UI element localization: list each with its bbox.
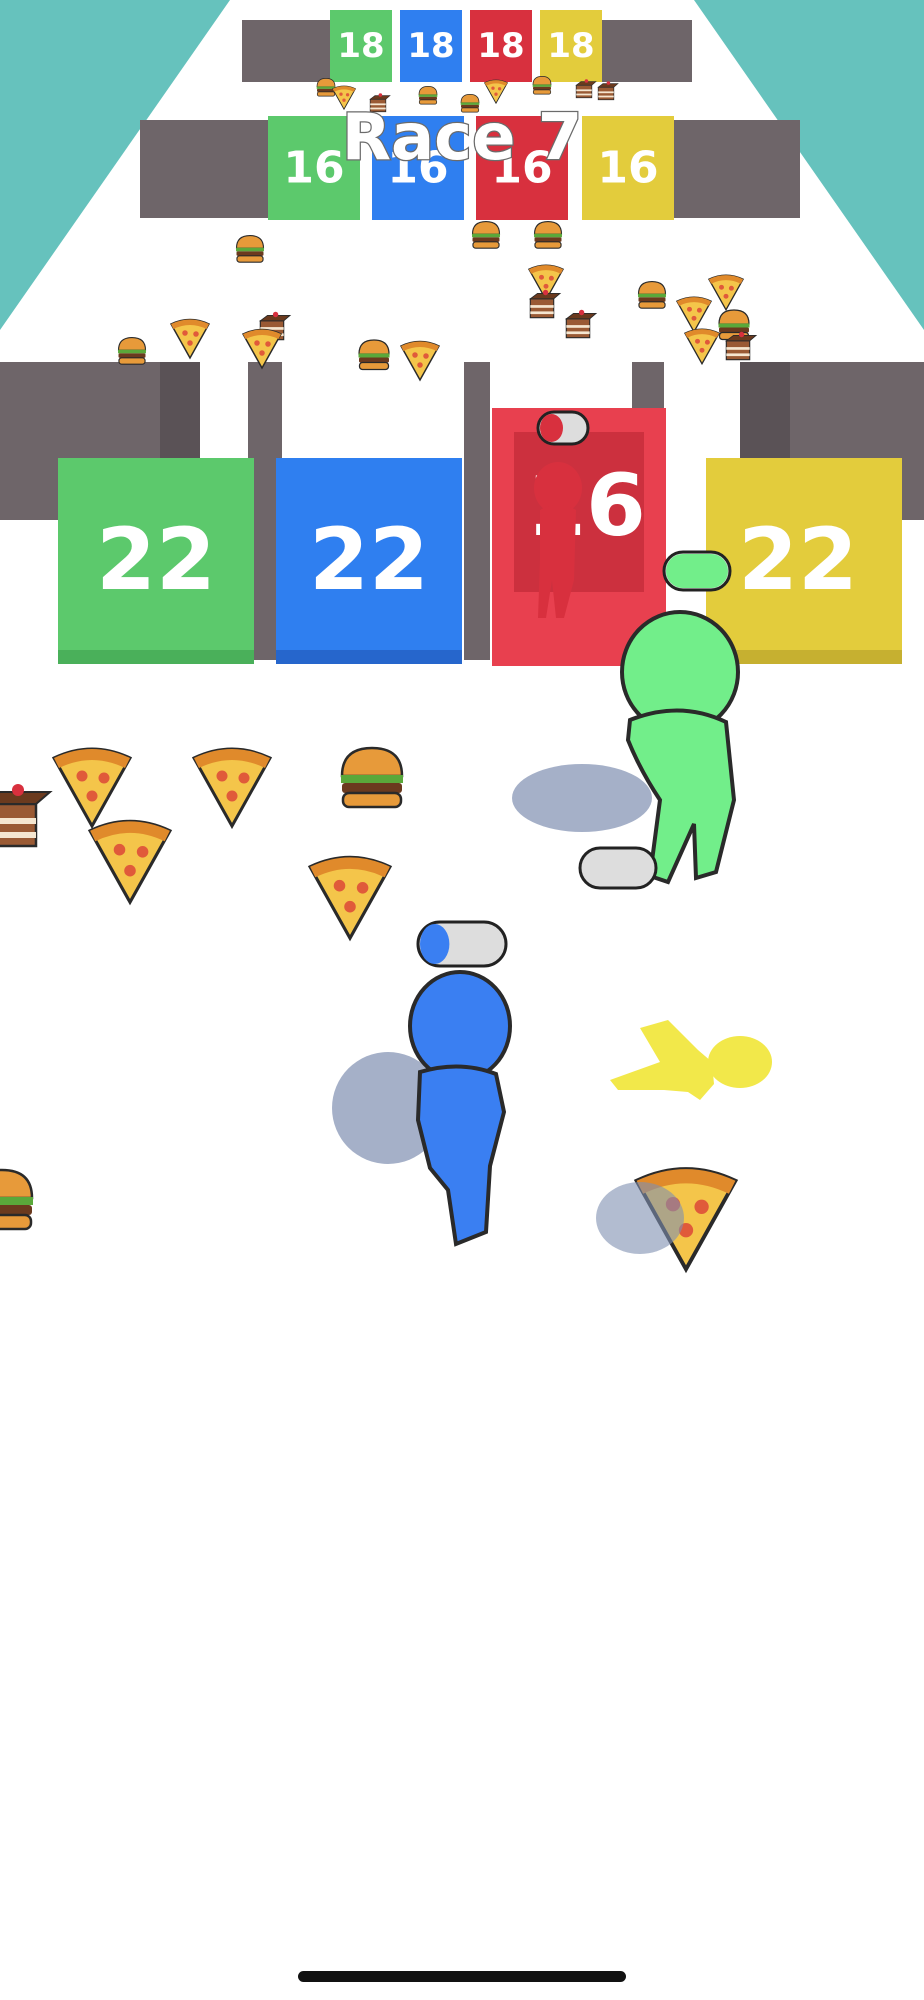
race-title: Race 7 (342, 101, 583, 175)
green-rival-progress-pill (662, 550, 732, 592)
burger-icon (357, 339, 391, 371)
burger-icon (235, 235, 265, 263)
wall (672, 120, 800, 218)
gate-value: 18 (477, 26, 524, 66)
burger-icon (533, 221, 563, 249)
burger-icon (316, 78, 336, 97)
shadow (512, 764, 652, 832)
shadow (596, 1182, 684, 1254)
progress-fill (420, 924, 450, 964)
burger-icon (637, 281, 667, 309)
red-rival-progress-pill (536, 410, 590, 446)
wall (242, 20, 330, 82)
gate-base (58, 650, 254, 664)
home-indicator[interactable] (298, 1971, 626, 1982)
gate-value: 16 (597, 143, 658, 194)
gate-value: 22 (96, 510, 216, 610)
empty-progress-pill (578, 846, 658, 890)
burger-icon (471, 221, 501, 249)
burger-icon (339, 746, 405, 809)
gate-value: 16 (283, 143, 344, 194)
progress-fill (666, 554, 728, 588)
gate-value: 22 (738, 510, 858, 610)
game-scene[interactable]: 18 18 18 18 16 16 16 16 Race 7 22 22 16 … (0, 0, 924, 2000)
wall-divider (464, 362, 490, 660)
gate-value: 22 (309, 510, 429, 610)
burger-icon (117, 337, 147, 365)
wall (600, 20, 692, 82)
burger-icon (532, 76, 552, 95)
gate-value: 18 (337, 26, 384, 66)
progress-fill (540, 414, 563, 442)
player-progress-pill (416, 920, 508, 968)
gate-base (276, 650, 462, 664)
wall (140, 120, 270, 218)
gate-value: 18 (547, 26, 594, 66)
gate-value: 18 (407, 26, 454, 66)
